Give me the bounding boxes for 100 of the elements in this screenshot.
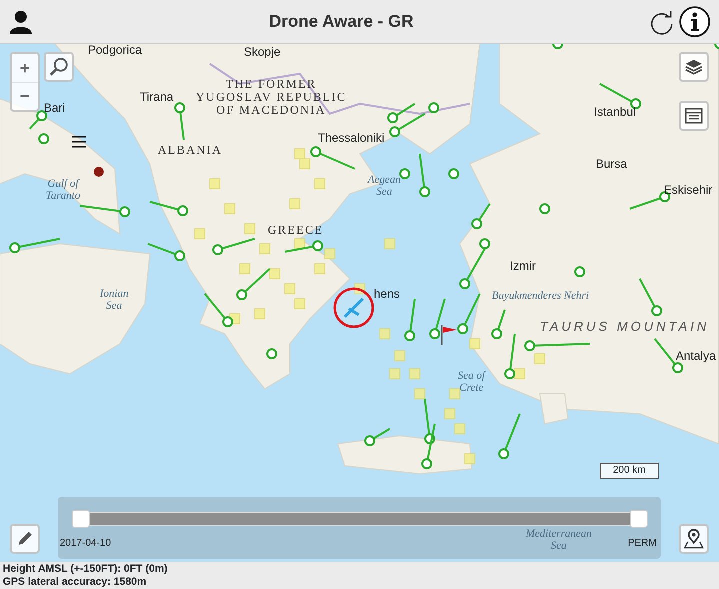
station-marker (400, 168, 410, 180)
station-marker (472, 203, 491, 230)
station-marker (448, 168, 460, 180)
table-button[interactable] (679, 101, 709, 131)
status-line: GPS lateral accuracy: 1580m (3, 576, 148, 588)
square-marker (414, 388, 426, 400)
status-line: Height AMSL (+-150FT): 0FT (0m) (3, 563, 169, 576)
station-marker (10, 238, 60, 254)
station-marker (458, 294, 481, 334)
station-marker (364, 428, 391, 446)
square-marker (450, 388, 460, 400)
square-marker (254, 308, 266, 320)
square-marker (240, 264, 250, 274)
square-marker (284, 284, 296, 294)
station-marker (430, 298, 446, 340)
map-pin-button[interactable] (679, 524, 709, 554)
layers-button[interactable] (679, 52, 709, 82)
square-marker (394, 350, 406, 362)
square-marker (464, 454, 476, 464)
sea-label: Aegean Sea (368, 174, 401, 198)
square-marker (314, 178, 326, 190)
pencil-icon (16, 530, 34, 548)
square-marker (194, 228, 206, 240)
flag-icon (440, 325, 458, 345)
city-label: Skopje (244, 46, 281, 60)
station-marker (80, 205, 130, 218)
country-label: GREECE (268, 224, 324, 238)
station-marker (428, 102, 440, 114)
station-marker (38, 134, 50, 144)
user-icon[interactable] (8, 8, 34, 34)
square-marker (454, 424, 466, 434)
station-marker (422, 424, 436, 470)
region-label: TAURUS MOUNTAIN (540, 320, 710, 334)
square-marker (380, 328, 390, 340)
end-label: PERM (628, 537, 657, 551)
square-marker (534, 354, 546, 364)
slider-handle[interactable] (72, 510, 90, 528)
station-marker (498, 414, 521, 460)
app-title: Drone Aware - GR (269, 10, 414, 33)
station-marker (212, 238, 256, 256)
city-label: Thessaloniki (318, 132, 385, 146)
square-marker (300, 158, 310, 170)
city-label: Bari (44, 102, 66, 116)
zoom-in-button[interactable]: + (12, 54, 38, 82)
station-marker (404, 298, 416, 342)
square-marker (294, 298, 306, 310)
search-button[interactable] (44, 52, 74, 82)
slider-handle[interactable] (630, 510, 648, 528)
layers-icon (685, 58, 703, 76)
station-marker (424, 398, 436, 444)
square-marker (224, 204, 236, 214)
map-pin-icon (684, 529, 704, 549)
sea-label: Sea of Crete (458, 370, 486, 394)
sea-label: Ionian Sea (100, 288, 129, 312)
city-label: Bursa (596, 158, 628, 172)
station-marker (714, 44, 719, 50)
square-marker (244, 224, 256, 234)
scale-bar: 200 km (600, 463, 659, 479)
station-marker (310, 146, 356, 170)
start-date: 2017-04-10 (60, 537, 112, 551)
pencil-button[interactable] (10, 524, 40, 554)
square-marker (294, 148, 306, 160)
info-icon[interactable] (678, 6, 711, 38)
city-label: Tirana (140, 91, 174, 104)
square-marker (290, 198, 300, 210)
pin-icon (93, 166, 105, 178)
zoom-out-button[interactable]: − (12, 82, 38, 110)
square-marker (444, 408, 456, 420)
station-marker (540, 204, 550, 214)
square-marker (324, 248, 336, 260)
station-marker (284, 240, 324, 253)
sea-label: Gulf of Taranto (46, 178, 80, 202)
city-label: hens (374, 288, 400, 302)
square-marker (514, 368, 526, 380)
square-marker (384, 238, 396, 250)
station-marker (390, 113, 426, 138)
station-marker (148, 243, 186, 262)
square-marker (210, 178, 220, 190)
island-shape (539, 394, 569, 425)
target-circle-icon (333, 287, 375, 329)
city-label: Izmir (510, 260, 536, 274)
station-marker (266, 348, 278, 360)
station-marker (204, 293, 234, 328)
city-label: Podgorica (88, 44, 142, 58)
timeline-slider[interactable] (70, 509, 650, 529)
square-marker (260, 244, 270, 254)
square-marker (390, 368, 400, 380)
country-label: THE FORMER YUGOSLAV REPUBLIC OF MACEDONIA (196, 78, 347, 118)
square-marker (354, 284, 366, 294)
station-marker (150, 201, 188, 216)
square-marker (270, 268, 280, 280)
square-marker (470, 338, 480, 350)
station-marker (574, 266, 586, 278)
country-label: ALBANIA (158, 144, 222, 158)
city-label: Eskisehir (664, 184, 713, 198)
sea-label: Mediterranean Sea (526, 528, 592, 552)
lines-icon (72, 136, 86, 148)
city-label: Istanbul (594, 106, 636, 120)
river-label: Buyukmenderes Nehri (492, 290, 590, 302)
square-marker (410, 368, 420, 380)
